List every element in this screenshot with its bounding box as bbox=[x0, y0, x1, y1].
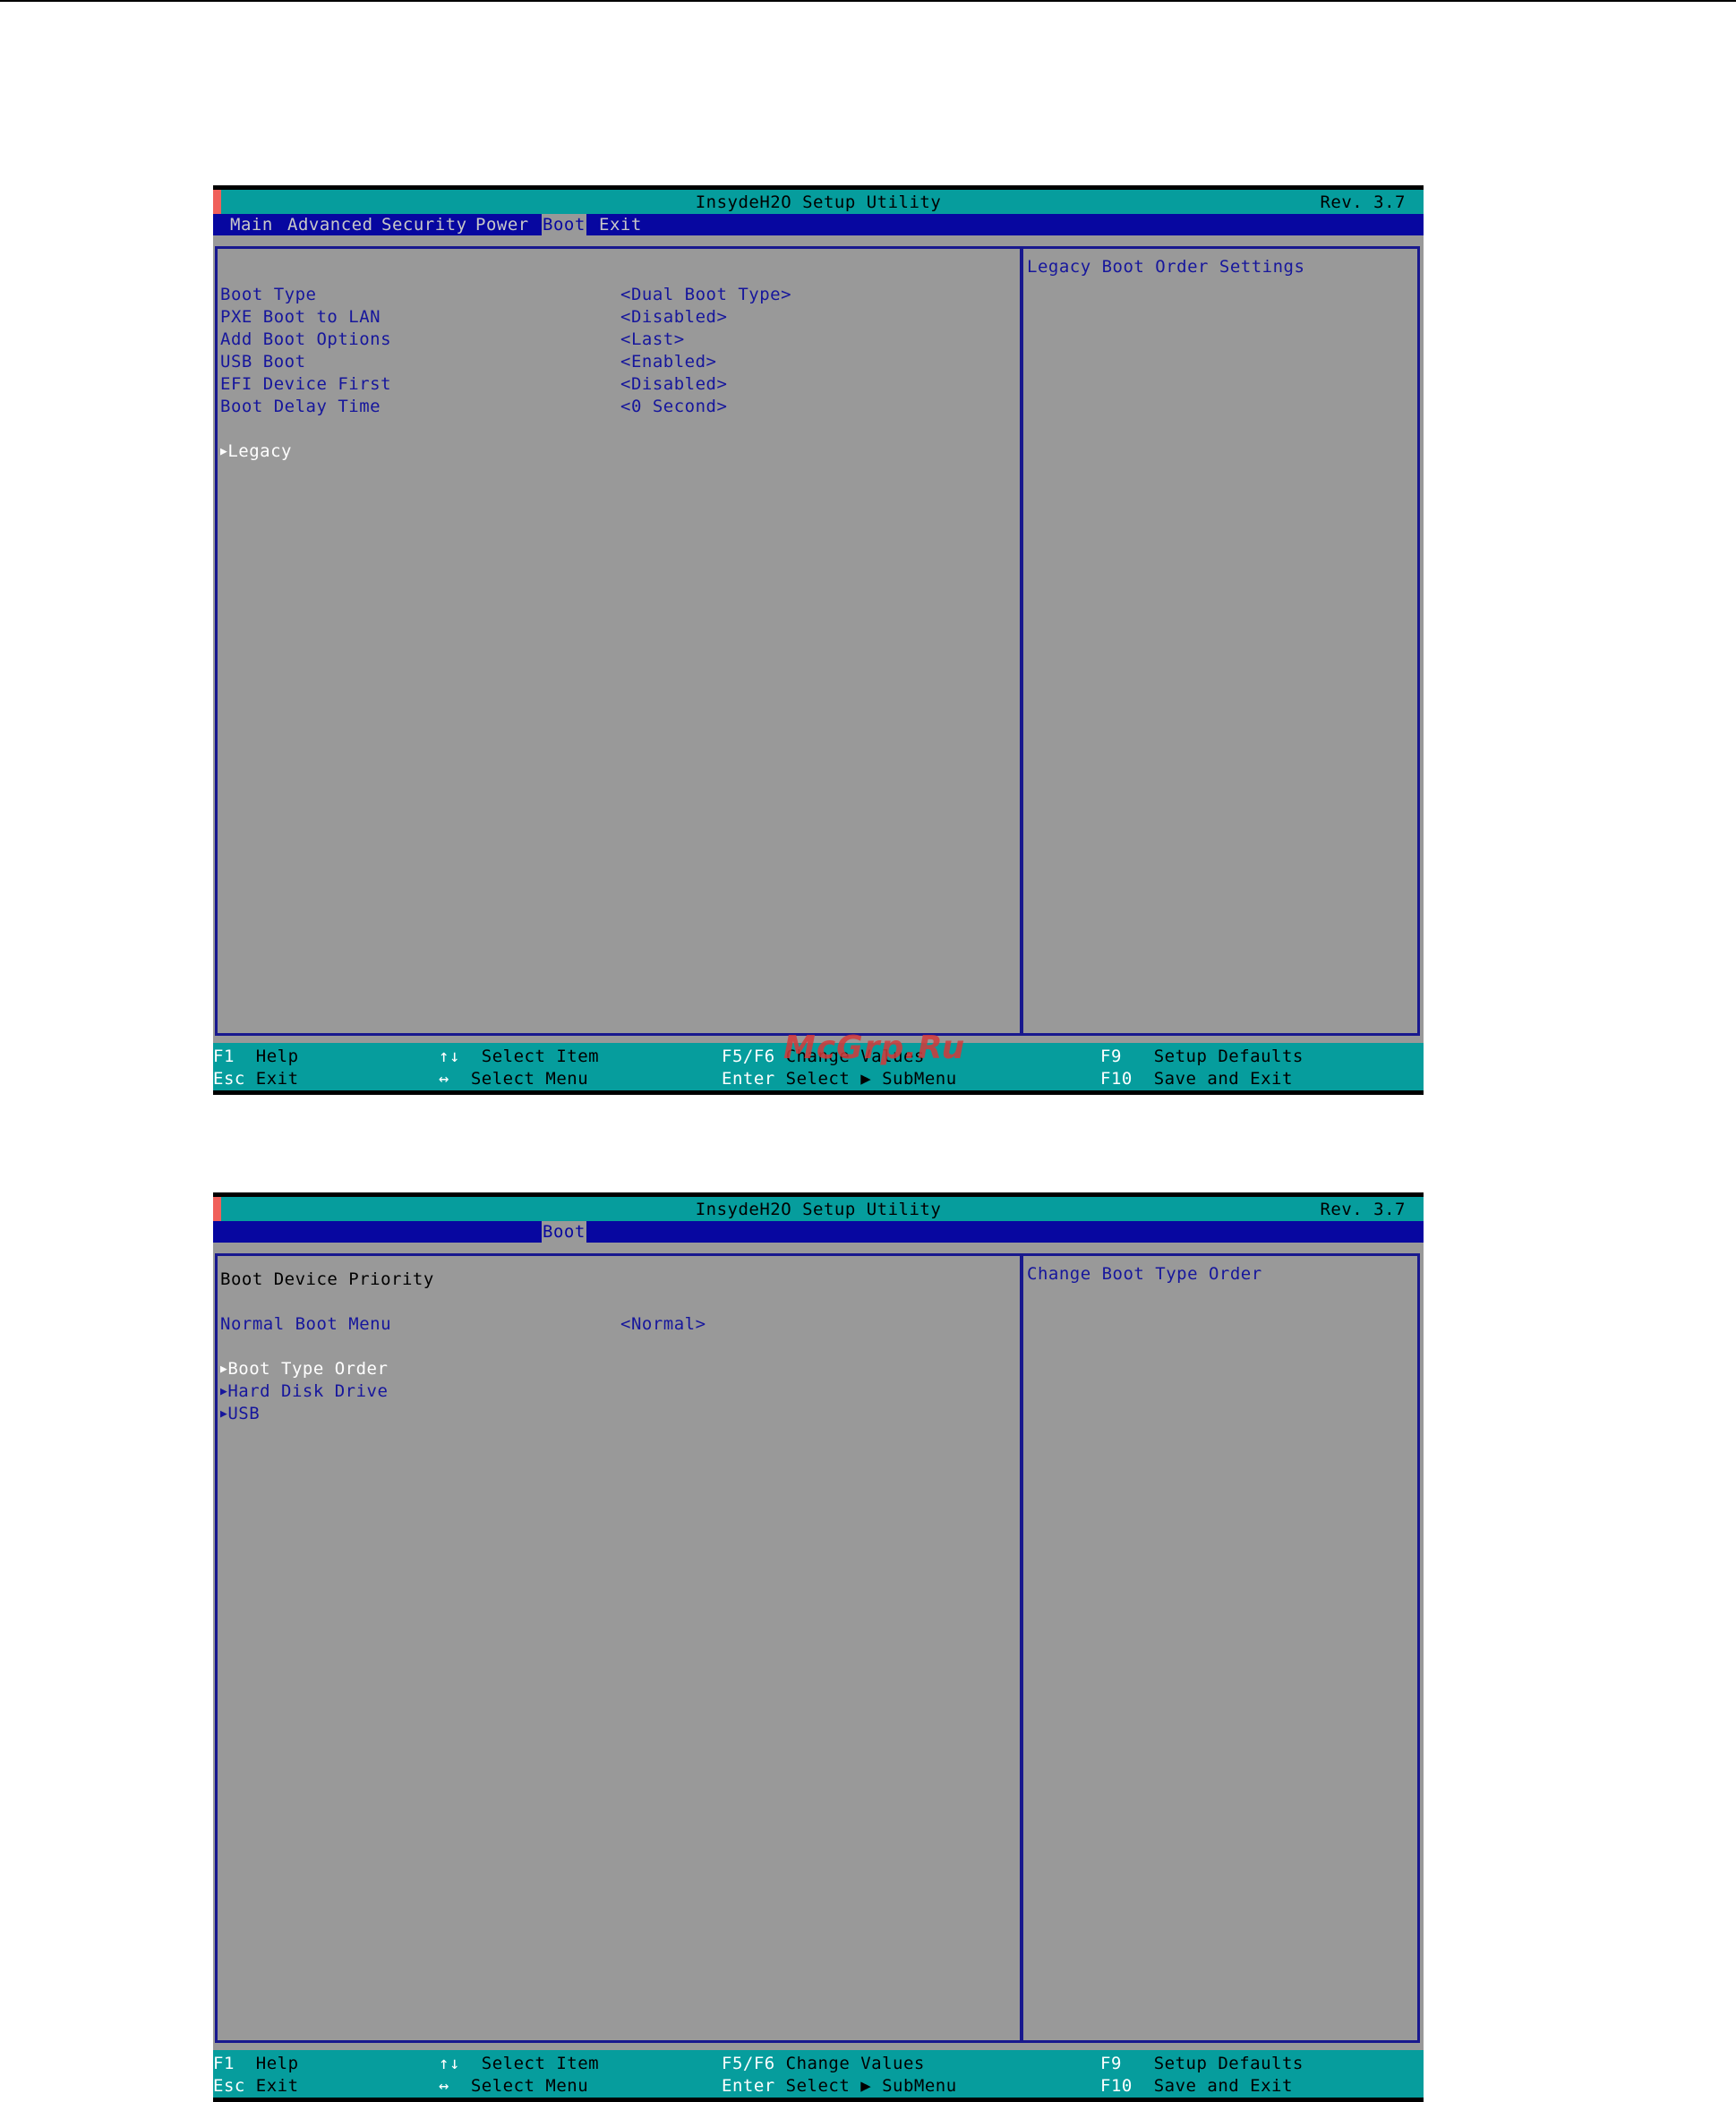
legend-select-item: ↑↓ Select Item bbox=[439, 2054, 600, 2073]
section-heading: Boot Device Priority bbox=[220, 1269, 434, 1289]
setting-usb-boot-value[interactable]: <Enabled> bbox=[620, 351, 716, 373]
setting-boot-delay-time-value[interactable]: <0 Second> bbox=[620, 396, 727, 418]
submenu-legacy[interactable]: ▶Legacy bbox=[220, 440, 292, 463]
page-top-rule bbox=[0, 0, 1736, 2]
setting-add-boot-options-value[interactable]: <Last> bbox=[620, 329, 685, 351]
submenu-boot-type-order-label: Boot Type Order bbox=[227, 1359, 389, 1379]
help-panel: Change Boot Type Order bbox=[1021, 1253, 1420, 2043]
tab-boot[interactable]: Boot bbox=[542, 1221, 586, 1243]
utility-title: InsydeH2O Setup Utility bbox=[695, 192, 942, 212]
setting-boot-delay-time-label[interactable]: Boot Delay Time bbox=[220, 396, 381, 418]
legend-esc: Esc Exit bbox=[213, 1069, 299, 1089]
bios-screen-boot-device-priority: InsydeH2O Setup Utility Rev. 3.7 Boot Bo… bbox=[213, 1192, 1424, 2102]
revision-label: Rev. 3.7 bbox=[1320, 1200, 1406, 1219]
legend-save-exit: F10 Save and Exit bbox=[1100, 1069, 1293, 1089]
setting-pxe-boot-value[interactable]: <Disabled> bbox=[620, 306, 727, 329]
tab-boot[interactable]: Boot bbox=[542, 214, 586, 235]
title-bar: InsydeH2O Setup Utility Rev. 3.7 bbox=[213, 185, 1424, 214]
utility-title: InsydeH2O Setup Utility bbox=[695, 1200, 942, 1219]
tab-main[interactable]: Main bbox=[230, 214, 273, 235]
tab-exit[interactable]: Exit bbox=[599, 214, 642, 235]
settings-panel: Boot Device Priority Normal Boot Menu <N… bbox=[215, 1253, 1022, 2043]
submenu-legacy-label: Legacy bbox=[227, 441, 292, 461]
legend-select-submenu: Enter Select ▶ SubMenu bbox=[722, 2076, 957, 2096]
legend-setup-defaults: F9 Setup Defaults bbox=[1100, 2054, 1304, 2073]
setting-boot-type-value[interactable]: <Dual Boot Type> bbox=[620, 284, 791, 306]
help-text: Legacy Boot Order Settings bbox=[1027, 257, 1305, 277]
tab-power[interactable]: Power bbox=[475, 214, 529, 235]
setting-usb-boot-label[interactable]: USB Boot bbox=[220, 351, 306, 373]
legend-f1: F1 Help bbox=[213, 2054, 299, 2073]
settings-panel: Boot Type <Dual Boot Type> PXE Boot to L… bbox=[215, 246, 1022, 1036]
title-bar: InsydeH2O Setup Utility Rev. 3.7 bbox=[213, 1192, 1424, 1221]
bios-screen-boot: InsydeH2O Setup Utility Rev. 3.7 Main Ad… bbox=[213, 185, 1424, 1095]
submenu-boot-type-order[interactable]: ▶Boot Type Order bbox=[220, 1358, 388, 1380]
setting-efi-device-first-label[interactable]: EFI Device First bbox=[220, 373, 391, 396]
key-legend-bar: F1 Help Esc Exit ↑↓ Select Item ↔ Select… bbox=[213, 2050, 1424, 2102]
tab-security[interactable]: Security bbox=[381, 214, 467, 235]
help-text: Change Boot Type Order bbox=[1027, 1264, 1262, 1284]
legend-setup-defaults: F9 Setup Defaults bbox=[1100, 1047, 1304, 1066]
submenu-usb-label: USB bbox=[227, 1404, 261, 1423]
setting-normal-boot-menu-label[interactable]: Normal Boot Menu bbox=[220, 1313, 391, 1336]
submenu-hard-disk-drive-label: Hard Disk Drive bbox=[227, 1381, 389, 1401]
revision-label: Rev. 3.7 bbox=[1320, 192, 1406, 212]
legend-select-item: ↑↓ Select Item bbox=[439, 1047, 600, 1066]
submenu-hard-disk-drive[interactable]: ▶Hard Disk Drive bbox=[220, 1380, 388, 1403]
legend-f1: F1 Help bbox=[213, 1047, 299, 1066]
menu-bar: Boot bbox=[213, 1221, 1424, 1243]
help-panel: Legacy Boot Order Settings bbox=[1021, 246, 1420, 1036]
legend-esc: Esc Exit bbox=[213, 2076, 299, 2096]
tab-advanced[interactable]: Advanced bbox=[287, 214, 373, 235]
submenu-usb[interactable]: ▶USB bbox=[220, 1403, 260, 1425]
legend-save-exit: F10 Save and Exit bbox=[1100, 2076, 1293, 2096]
setting-normal-boot-menu-value[interactable]: <Normal> bbox=[620, 1313, 706, 1336]
setting-boot-type-label[interactable]: Boot Type bbox=[220, 284, 316, 306]
setting-efi-device-first-value[interactable]: <Disabled> bbox=[620, 373, 727, 396]
legend-select-menu: ↔ Select Menu bbox=[439, 1069, 589, 1089]
menu-bar: Main Advanced Security Power Boot Exit bbox=[213, 214, 1424, 235]
setting-add-boot-options-label[interactable]: Add Boot Options bbox=[220, 329, 391, 351]
legend-change-values: F5/F6 Change Values bbox=[722, 2054, 925, 2073]
setting-pxe-boot-label[interactable]: PXE Boot to LAN bbox=[220, 306, 381, 329]
legend-select-submenu: Enter Select ▶ SubMenu bbox=[722, 1069, 957, 1089]
watermark-text: McGrp.Ru bbox=[783, 1030, 966, 1066]
legend-select-menu: ↔ Select Menu bbox=[439, 2076, 589, 2096]
